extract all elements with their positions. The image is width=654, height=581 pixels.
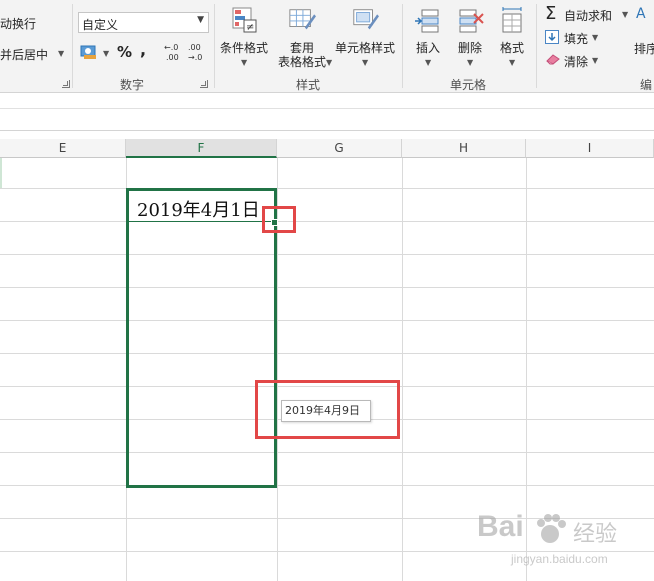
svg-text:.00: .00 <box>166 53 179 62</box>
table-format-label-1: 套用 <box>289 41 314 55</box>
watermark-brand-2: 经验 <box>573 521 618 546</box>
watermark-url: jingyan.baidu.com <box>511 552 608 566</box>
svg-text:→.0: →.0 <box>188 53 202 62</box>
formula-bar[interactable] <box>0 93 654 131</box>
watermark-brand: Bai <box>477 510 524 543</box>
format-button[interactable]: 格式 ▼ <box>492 6 532 70</box>
group-separator <box>402 4 403 88</box>
number-format-select[interactable]: 自定义 ▼ <box>78 12 209 33</box>
conditional-format-button[interactable]: ≠ 条件格式 ▼ <box>218 6 270 70</box>
comma-button[interactable]: , <box>140 40 146 59</box>
autofill-tooltip: 2019年4月9日 <box>281 400 371 422</box>
fill-down-icon[interactable] <box>545 30 560 45</box>
group-separator <box>72 4 73 88</box>
column-header-e[interactable]: E <box>0 139 126 158</box>
svg-text:←.0: ←.0 <box>164 43 178 52</box>
format-label: 格式 <box>499 41 524 55</box>
delete-label: 删除 <box>457 41 482 55</box>
percent-button[interactable]: % <box>117 43 132 61</box>
column-header-f[interactable]: F <box>126 139 277 158</box>
group-separator <box>536 4 537 88</box>
column-header-h[interactable]: H <box>402 139 526 158</box>
chevron-down-icon: ▼ <box>509 58 516 67</box>
row-line <box>0 221 654 222</box>
conditional-format-label: 条件格式 <box>219 41 268 55</box>
chevron-down-icon: ▼ <box>362 58 369 67</box>
baidu-watermark-logo: Bai 经验 jingyan.baidu.com <box>475 508 650 578</box>
delete-cells-icon <box>459 9 484 33</box>
merge-center-button[interactable]: 并后居中 <box>0 46 48 63</box>
row-line <box>0 353 654 354</box>
chevron-down-icon[interactable]: ▼ <box>326 58 332 67</box>
decrease-decimal-icon[interactable]: .00 →.0 <box>188 42 210 62</box>
chevron-down-icon: ▼ <box>197 15 204 25</box>
cell-styles-label: 单元格样式 <box>334 41 395 55</box>
svg-text:≠: ≠ <box>246 22 254 33</box>
format-cells-icon <box>502 7 522 33</box>
accounting-format-icon[interactable] <box>80 43 100 61</box>
insert-label: 插入 <box>415 41 440 55</box>
autosum-button[interactable]: 自动求和 <box>564 7 612 24</box>
row-selection-marker <box>0 158 2 188</box>
row-line <box>0 320 654 321</box>
cell-styles-icon <box>353 9 379 30</box>
cell-styles-button[interactable]: 单元格样式 ▼ <box>334 6 396 70</box>
row-line <box>0 188 654 189</box>
selection-range[interactable] <box>126 188 277 488</box>
sort-filter-icon[interactable]: A <box>636 4 654 30</box>
insert-cells-icon <box>415 9 439 33</box>
eraser-icon[interactable] <box>545 53 561 65</box>
chevron-down-icon[interactable]: ▼ <box>622 10 628 19</box>
styles-group-label: 样式 <box>296 78 321 92</box>
insert-button[interactable]: 插入 ▼ <box>408 6 448 70</box>
cells-group-label: 单元格 <box>450 78 487 92</box>
formula-bar-divider <box>0 108 654 109</box>
number-launcher-icon[interactable] <box>200 80 208 88</box>
conditional-format-icon: ≠ <box>232 7 257 33</box>
chevron-down-icon: ▼ <box>425 58 432 67</box>
row-line <box>0 452 654 453</box>
chevron-down-icon[interactable]: ▼ <box>592 56 598 65</box>
delete-button[interactable]: 删除 ▼ <box>450 6 490 70</box>
column-header-g[interactable]: G <box>277 139 402 158</box>
column-line <box>402 158 403 581</box>
group-separator <box>214 4 215 88</box>
row-line <box>0 287 654 288</box>
row-line <box>0 485 654 486</box>
svg-text:.00: .00 <box>188 43 201 52</box>
autosum-icon[interactable]: Σ <box>545 3 556 24</box>
alignment-launcher-icon[interactable] <box>62 80 70 88</box>
row-line <box>0 254 654 255</box>
svg-text:A: A <box>636 6 646 22</box>
format-as-table-button[interactable]: 套用 表格格式 <box>272 6 332 70</box>
editing-group-label: 编 <box>640 78 653 92</box>
merge-dropdown-icon[interactable]: ▼ <box>58 49 64 58</box>
fill-button[interactable]: 填充 <box>564 30 588 47</box>
clear-button[interactable]: 清除 <box>564 53 588 70</box>
cell-f-value: 2019年4月1日 <box>137 200 260 221</box>
increase-decimal-icon[interactable]: ←.0 .00 <box>164 42 186 62</box>
number-group-label: 数字 <box>120 78 145 92</box>
table-format-icon <box>289 9 316 30</box>
paw-icon <box>537 514 566 543</box>
column-header-i[interactable]: I <box>526 139 654 158</box>
table-format-label-2: 表格格式 <box>277 55 326 69</box>
sort-button[interactable]: 排序 <box>634 40 654 57</box>
fill-handle-highlight <box>262 206 296 233</box>
chevron-down-icon: ▼ <box>467 58 474 67</box>
ribbon: 动换行 并后居中 ▼ 自定义 ▼ ▼ % , ←.0 .00 .00 →.0 数… <box>0 0 654 93</box>
chevron-down-icon[interactable]: ▼ <box>592 33 598 42</box>
chevron-down-icon: ▼ <box>241 58 248 67</box>
accounting-dropdown-icon[interactable]: ▼ <box>103 49 109 58</box>
number-format-value: 自定义 <box>82 18 119 32</box>
wrap-text-button[interactable]: 动换行 <box>0 15 36 32</box>
